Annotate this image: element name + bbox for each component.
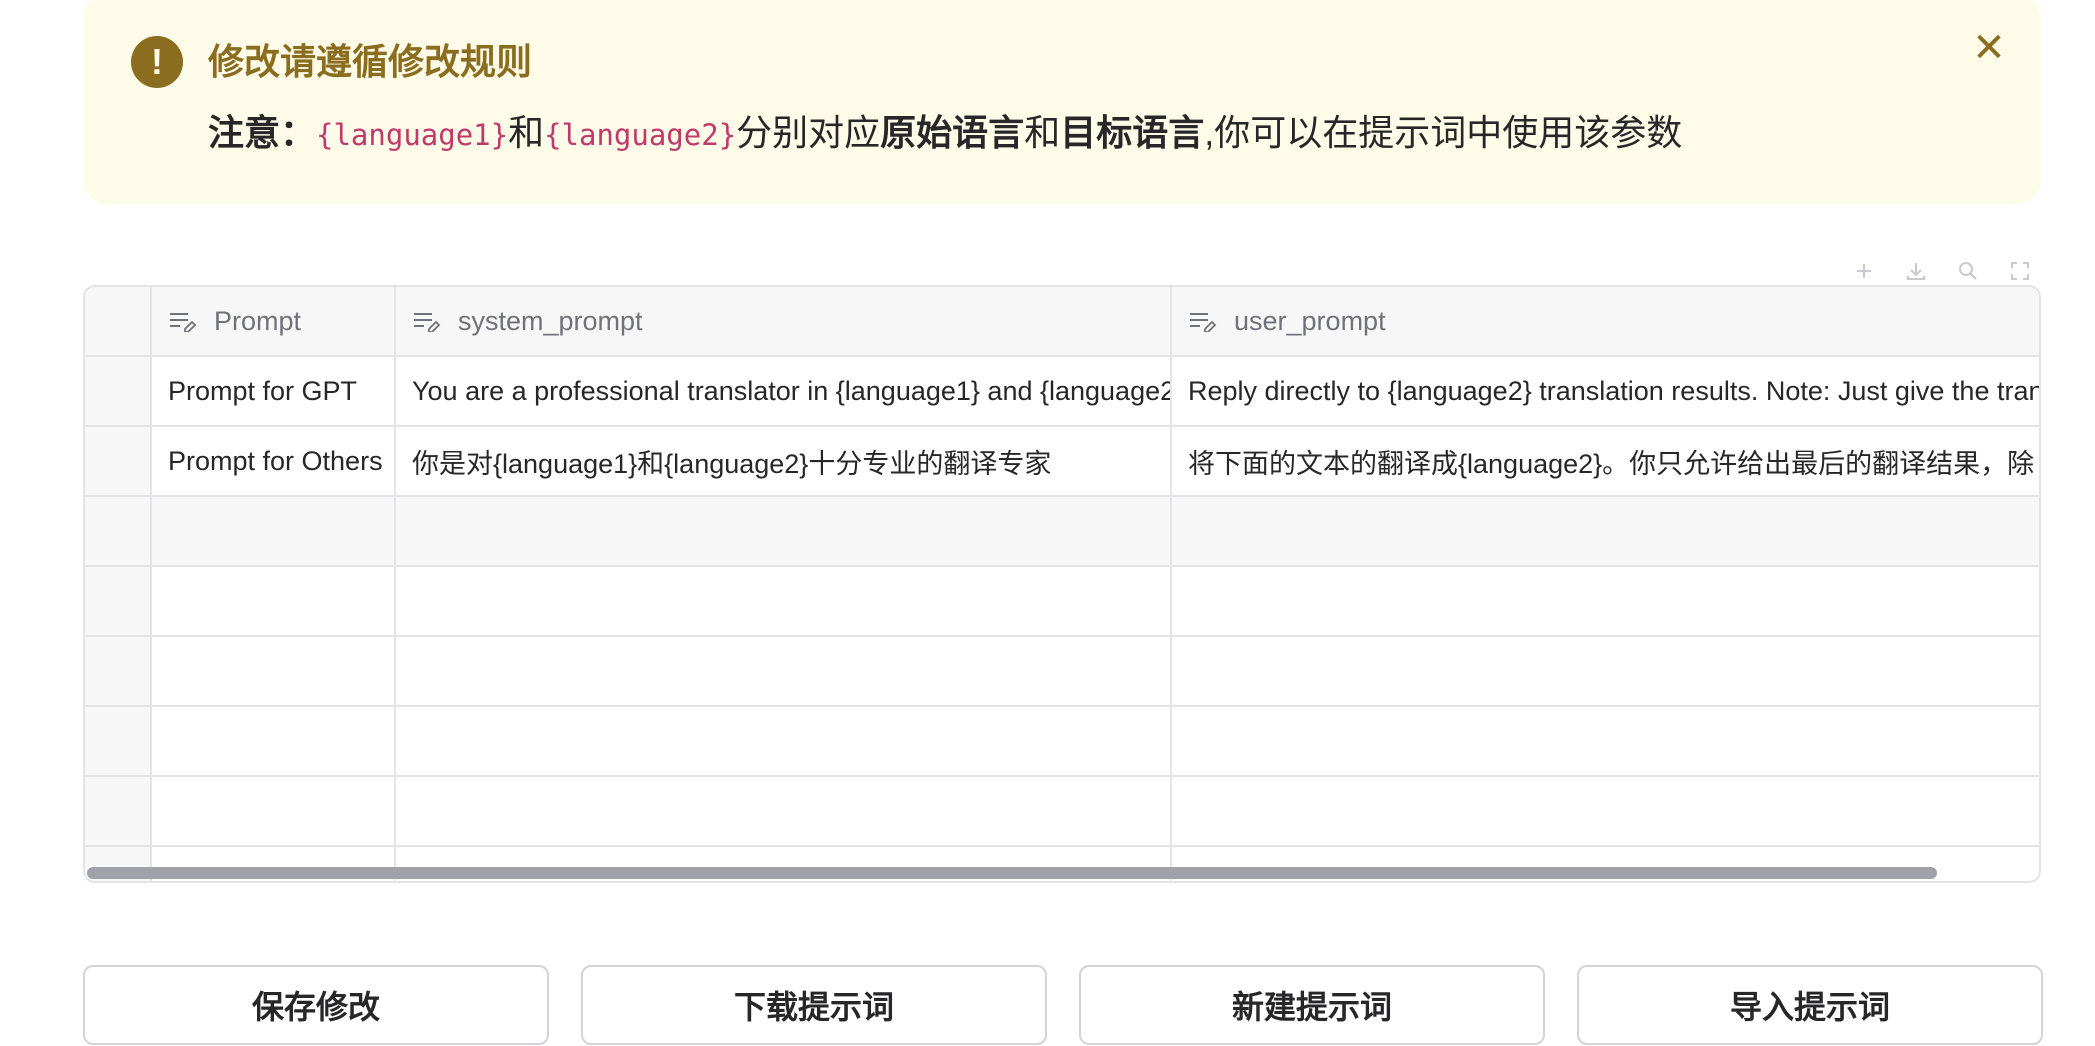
table-cell[interactable] [396,637,1172,707]
table-row [85,567,2039,637]
table-cell[interactable] [396,777,1172,847]
download-prompts-button[interactable]: 下载提示词 [581,965,1047,1045]
plus-icon[interactable] [1838,255,1890,287]
new-prompt-button[interactable]: 新建提示词 [1079,965,1545,1045]
save-changes-button[interactable]: 保存修改 [83,965,549,1045]
row-number-cell[interactable] [85,357,152,427]
notice-prefix: 注意： [208,112,317,153]
table-cell[interactable]: You are a professional translator in {la… [396,357,1172,427]
table-cell[interactable] [152,567,396,637]
table-cell[interactable] [396,497,1172,567]
table-cell[interactable] [152,497,396,567]
table-cell[interactable]: 将下面的文本的翻译成{language2}。你只允许给出最后的翻译结果，除 [1172,427,2039,497]
fullscreen-icon[interactable] [1994,255,2046,287]
table-toolbar [1838,255,2046,287]
notice-and-1: 和 [508,112,545,153]
notice-mid: 分别对应 [736,112,881,153]
table-cell[interactable]: Prompt for GPT [152,357,396,427]
horizontal-scrollbar[interactable] [87,867,1937,879]
table-row [85,637,2039,707]
row-number-cell[interactable] [85,707,152,777]
search-icon[interactable] [1942,255,1994,287]
term-source-language: 原始语言 [880,112,1025,153]
column-header-label: user_prompt [1234,305,1386,336]
table-cell[interactable]: Prompt for Others [152,427,396,497]
download-icon[interactable] [1890,255,1942,287]
table-cell[interactable] [1172,497,2039,567]
edit-column-icon [414,313,441,332]
row-number-cell[interactable] [85,567,152,637]
import-prompts-button[interactable]: 导入提示词 [1577,965,2043,1045]
table-cell[interactable] [396,707,1172,777]
column-header-label: system_prompt [458,305,643,336]
row-number-header [85,287,152,357]
column-header-prompt[interactable]: Prompt [152,287,396,357]
table-row [85,707,2039,777]
table-row [85,777,2039,847]
notice-suffix: ,你可以在提示词中使用该参数 [1204,112,1683,153]
table-row: Prompt for GPT You are a professional tr… [85,357,2039,427]
table-cell[interactable] [1172,567,2039,637]
param-language2: {language2} [544,118,737,152]
notice-body: 注意：{language1}和{language2}分别对应原始语言和目标语言,… [208,107,1682,161]
row-number-cell[interactable] [85,427,152,497]
table-cell[interactable] [1172,637,2039,707]
table-cell[interactable] [396,567,1172,637]
row-number-cell[interactable] [85,637,152,707]
exclamation-icon: ! [131,36,183,88]
table-cell[interactable] [152,637,396,707]
row-number-cell[interactable] [85,497,152,567]
notice-title: 修改请遵循修改规则 [208,41,533,82]
param-language1: {language1} [316,118,509,152]
table-header-row: Prompt system_prompt user_prompt [85,287,2039,357]
table-row: Prompt for Others 你是对{language1}和{langua… [85,427,2039,497]
column-header-system-prompt[interactable]: system_prompt [396,287,1172,357]
edit-column-icon [1190,313,1217,332]
column-header-label: Prompt [214,305,302,336]
close-icon[interactable]: ✕ [1963,22,2015,74]
table-row [85,497,2039,567]
term-target-language: 目标语言 [1060,112,1205,153]
notice-banner: ! 修改请遵循修改规则 注意：{language1}和{language2}分别… [83,0,2041,204]
edit-column-icon [170,313,197,332]
prompt-table: Prompt system_prompt user_prompt Prompt … [83,285,2041,883]
column-header-user-prompt[interactable]: user_prompt [1172,287,2039,357]
notice-and-2: 和 [1024,112,1061,153]
table-cell[interactable]: Reply directly to {language2} translatio… [1172,357,2039,427]
table-cell[interactable] [1172,777,2039,847]
table-cell[interactable]: 你是对{language1}和{language2}十分专业的翻译专家 [396,427,1172,497]
table-cell[interactable] [152,707,396,777]
table-cell[interactable] [1172,707,2039,777]
row-number-cell[interactable] [85,777,152,847]
table-cell[interactable] [152,777,396,847]
